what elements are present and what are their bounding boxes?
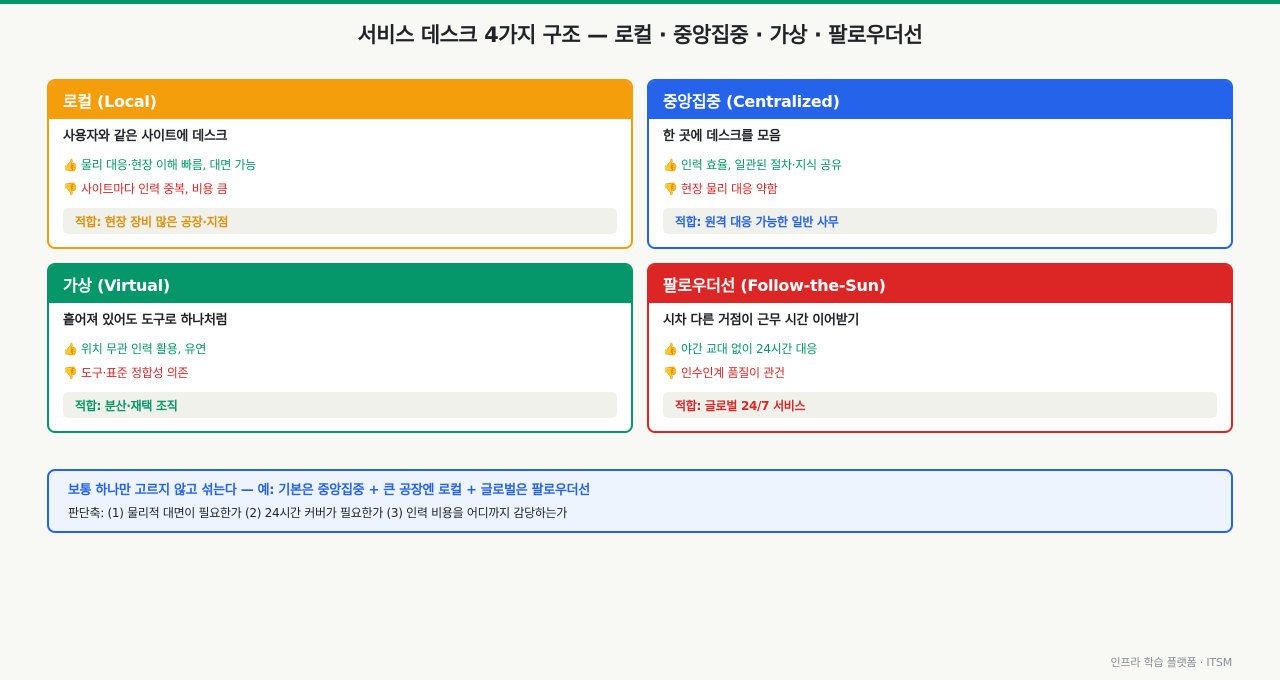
card-follow-the-sun-title: 팔로우더선 (Follow-the-Sun) bbox=[649, 265, 1231, 303]
summary-note: 보통 하나만 고르지 않고 섞는다 — 예: 기본은 중앙집중 + 큰 공장엔 … bbox=[47, 469, 1233, 533]
card-centralized: 중앙집중 (Centralized) 한 곳에 데스크를 모음 👍 인력 효율,… bbox=[647, 79, 1233, 249]
card-local-con-text: 사이트마다 인력 중복, 비용 큼 bbox=[81, 182, 228, 196]
card-virtual-con-text: 도구·표준 정합성 의존 bbox=[81, 366, 189, 380]
card-local-description: 사용자와 같은 사이트에 데스크 bbox=[63, 129, 228, 144]
card-follow-the-sun-pro: 👍 야간 교대 없이 24시간 대응 bbox=[663, 337, 1217, 361]
card-virtual-con: 👎 도구·표준 정합성 의존 bbox=[63, 361, 617, 385]
note-headline: 보통 하나만 고르지 않고 섞는다 — 예: 기본은 중앙집중 + 큰 공장엔 … bbox=[68, 483, 590, 498]
card-follow-the-sun-con: 👎 인수인계 품질이 관건 bbox=[663, 361, 1217, 385]
footer-credit: 인프라 학습 플랫폼 · ITSM bbox=[1110, 656, 1233, 669]
card-virtual-fit: 적합: 분산·재택 조직 bbox=[63, 392, 617, 418]
card-centralized-title: 중앙집중 (Centralized) bbox=[649, 81, 1231, 119]
card-local-fit: 적합: 현장 장비 많은 공장·지점 bbox=[63, 208, 617, 234]
card-centralized-con-text: 현장 물리 대응 약함 bbox=[681, 182, 778, 196]
card-local-con: 👎 사이트마다 인력 중복, 비용 큼 bbox=[63, 177, 617, 201]
card-virtual-description: 흩어져 있어도 도구로 하나처럼 bbox=[63, 313, 228, 328]
card-local: 로컬 (Local) 사용자와 같은 사이트에 데스크 👍 물리 대응·현장 이… bbox=[47, 79, 633, 249]
card-virtual-pro-text: 위치 무관 인력 활용, 유연 bbox=[81, 342, 206, 356]
card-follow-the-sun: 팔로우더선 (Follow-the-Sun) 시차 다른 거점이 근무 시간 이… bbox=[647, 263, 1233, 433]
card-centralized-pro: 👍 인력 효율, 일관된 절차·지식 공유 bbox=[663, 153, 1217, 177]
card-follow-the-sun-pro-text: 야간 교대 없이 24시간 대응 bbox=[681, 342, 818, 356]
card-centralized-description: 한 곳에 데스크를 모음 bbox=[663, 129, 781, 144]
thumbs-down-icon: 👎 bbox=[663, 182, 678, 196]
page-title: 서비스 데스크 4가지 구조 — 로컬 · 중앙집중 · 가상 · 팔로우더선 bbox=[357, 23, 923, 47]
top-accent-bar bbox=[0, 0, 1280, 4]
card-virtual-title: 가상 (Virtual) bbox=[49, 265, 631, 303]
card-follow-the-sun-fit: 적합: 글로벌 24/7 서비스 bbox=[663, 392, 1217, 418]
thumbs-up-icon: 👍 bbox=[663, 342, 678, 356]
card-virtual: 가상 (Virtual) 흩어져 있어도 도구로 하나처럼 👍 위치 무관 인력… bbox=[47, 263, 633, 433]
thumbs-up-icon: 👍 bbox=[63, 158, 78, 172]
thumbs-down-icon: 👎 bbox=[63, 182, 78, 196]
card-virtual-pro: 👍 위치 무관 인력 활용, 유연 bbox=[63, 337, 617, 361]
thumbs-up-icon: 👍 bbox=[63, 342, 78, 356]
card-local-title: 로컬 (Local) bbox=[49, 81, 631, 119]
thumbs-up-icon: 👍 bbox=[663, 158, 678, 172]
card-centralized-con: 👎 현장 물리 대응 약함 bbox=[663, 177, 1217, 201]
card-follow-the-sun-con-text: 인수인계 품질이 관건 bbox=[681, 366, 785, 380]
card-local-pro-text: 물리 대응·현장 이해 빠름, 대면 가능 bbox=[81, 158, 256, 172]
card-centralized-pro-text: 인력 효율, 일관된 절차·지식 공유 bbox=[681, 158, 842, 172]
thumbs-down-icon: 👎 bbox=[663, 366, 678, 380]
card-centralized-fit: 적합: 원격 대응 가능한 일반 사무 bbox=[663, 208, 1217, 234]
card-local-pro: 👍 물리 대응·현장 이해 빠름, 대면 가능 bbox=[63, 153, 617, 177]
note-criteria: 판단축: (1) 물리적 대면이 필요한가 (2) 24시간 커버가 필요한가 … bbox=[68, 506, 568, 520]
card-follow-the-sun-description: 시차 다른 거점이 근무 시간 이어받기 bbox=[663, 313, 860, 328]
thumbs-down-icon: 👎 bbox=[63, 366, 78, 380]
